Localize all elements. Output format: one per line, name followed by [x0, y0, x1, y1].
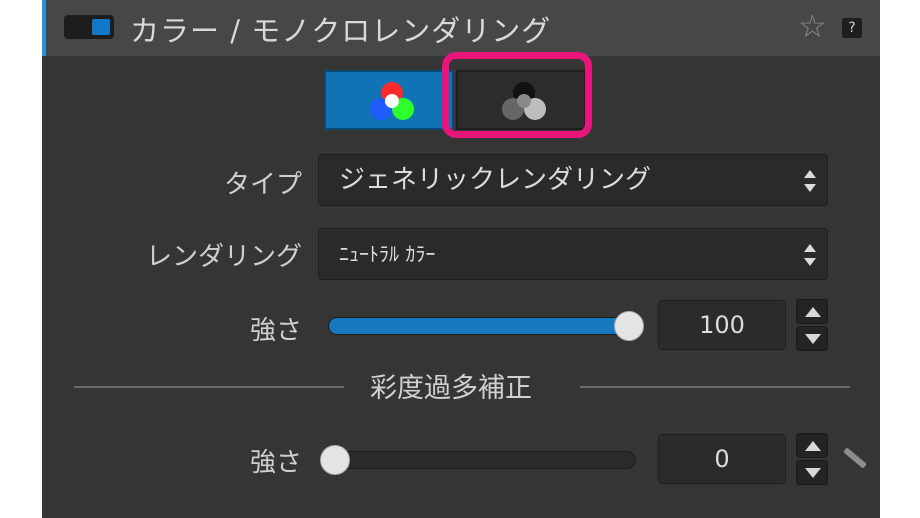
panel-enable-toggle[interactable]	[64, 15, 114, 39]
strength-slider-fill	[329, 318, 635, 334]
arrow-down-icon	[805, 468, 821, 478]
saturation-slider-track[interactable]	[328, 451, 636, 469]
section-divider-right	[580, 386, 850, 388]
saturation-slider-thumb[interactable]	[320, 445, 350, 475]
strength-stepper[interactable]	[796, 299, 828, 351]
type-select-value: ジェネリックレンダリング	[339, 165, 652, 195]
toggle-knob	[92, 19, 110, 35]
section-divider-left	[74, 386, 344, 388]
rgb-circles-icon	[370, 82, 414, 122]
stepper-down-button[interactable]	[796, 326, 828, 351]
saturation-section-title: 彩度過多補正	[370, 373, 532, 404]
type-select[interactable]: ジェネリックレンダリング	[318, 154, 828, 206]
arrow-up-icon	[805, 441, 821, 451]
strength-label: 強さ	[249, 316, 302, 346]
updown-arrows-icon	[804, 170, 816, 192]
strength-slider-thumb[interactable]	[614, 311, 644, 341]
panel-header: カラー / モノクロレンダリング ☆ ?	[42, 0, 880, 56]
panel-title: カラー / モノクロレンダリング	[130, 14, 552, 48]
color-mode-button[interactable]	[324, 70, 454, 130]
rendering-select-value: ﾆｭｰﾄﾗﾙ ｶﾗｰ	[339, 242, 436, 266]
arrow-down-icon	[805, 334, 821, 344]
star-icon[interactable]: ☆	[798, 10, 827, 42]
rendering-select[interactable]: ﾆｭｰﾄﾗﾙ ｶﾗｰ	[318, 228, 828, 280]
saturation-strength-label: 強さ	[249, 448, 302, 478]
strength-slider-track[interactable]	[328, 317, 636, 335]
type-label: タイプ	[223, 170, 302, 200]
stepper-up-button[interactable]	[796, 299, 828, 324]
stepper-up-button[interactable]	[796, 433, 828, 458]
edit-pen-icon[interactable]	[843, 447, 867, 469]
updown-arrows-icon	[804, 244, 816, 266]
stepper-down-button[interactable]	[796, 460, 828, 485]
color-mono-rendering-panel: カラー / モノクロレンダリング ☆ ? タイプ ジェネリックレンダリング レン…	[42, 0, 880, 518]
highlight-box	[442, 52, 592, 138]
rendering-label: レンダリング	[145, 242, 302, 272]
strength-value-field[interactable]: 100	[658, 300, 786, 350]
saturation-value-field[interactable]: 0	[658, 434, 786, 484]
help-icon[interactable]: ?	[842, 18, 862, 38]
arrow-up-icon	[805, 307, 821, 317]
saturation-stepper[interactable]	[796, 433, 828, 485]
